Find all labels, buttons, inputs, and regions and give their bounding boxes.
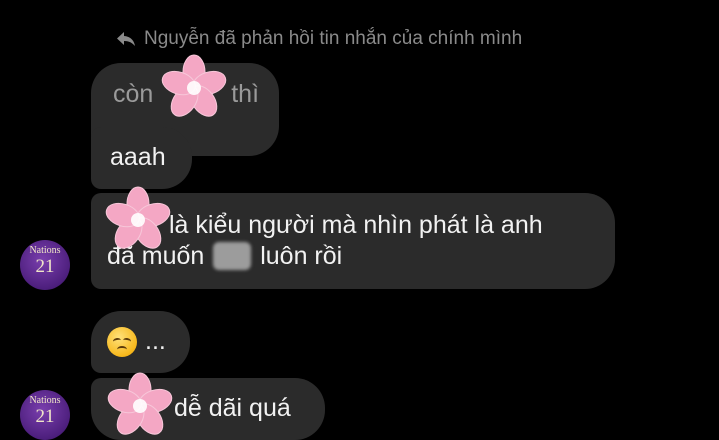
message-text: còn [113,80,154,108]
avatar-number: 21 [35,406,55,427]
censor-flower-sticker [105,186,171,249]
message-text: dễ dãi quá [174,394,291,422]
message-bubble[interactable]: ... [91,311,190,373]
message-text: aaah [110,143,166,171]
avatar-label: Nations [29,245,61,256]
message-text: ... [145,327,166,356]
avatar[interactable]: Nations 21 [20,240,70,290]
message-text: là kiểu người mà nhìn phát là anh [169,211,543,239]
censored-blur [213,242,252,271]
avatar-label: Nations [29,395,61,406]
pensive-face-icon [107,327,137,357]
reply-arrow-icon [117,32,135,46]
avatar-number: 21 [35,256,55,277]
avatar[interactable]: Nations 21 [20,390,70,440]
message-text: thì [231,80,260,108]
censor-flower-sticker [107,372,173,435]
message-bubble[interactable]: aaah [91,127,192,189]
reply-note: Nguyễn đã phản hồi tin nhắn của chính mì… [116,28,522,50]
reply-note-text: Nguyễn đã phản hồi tin nhắn của chính mì… [144,28,523,49]
censor-flower-sticker [161,54,227,117]
message-text: luôn rồi [260,242,343,271]
